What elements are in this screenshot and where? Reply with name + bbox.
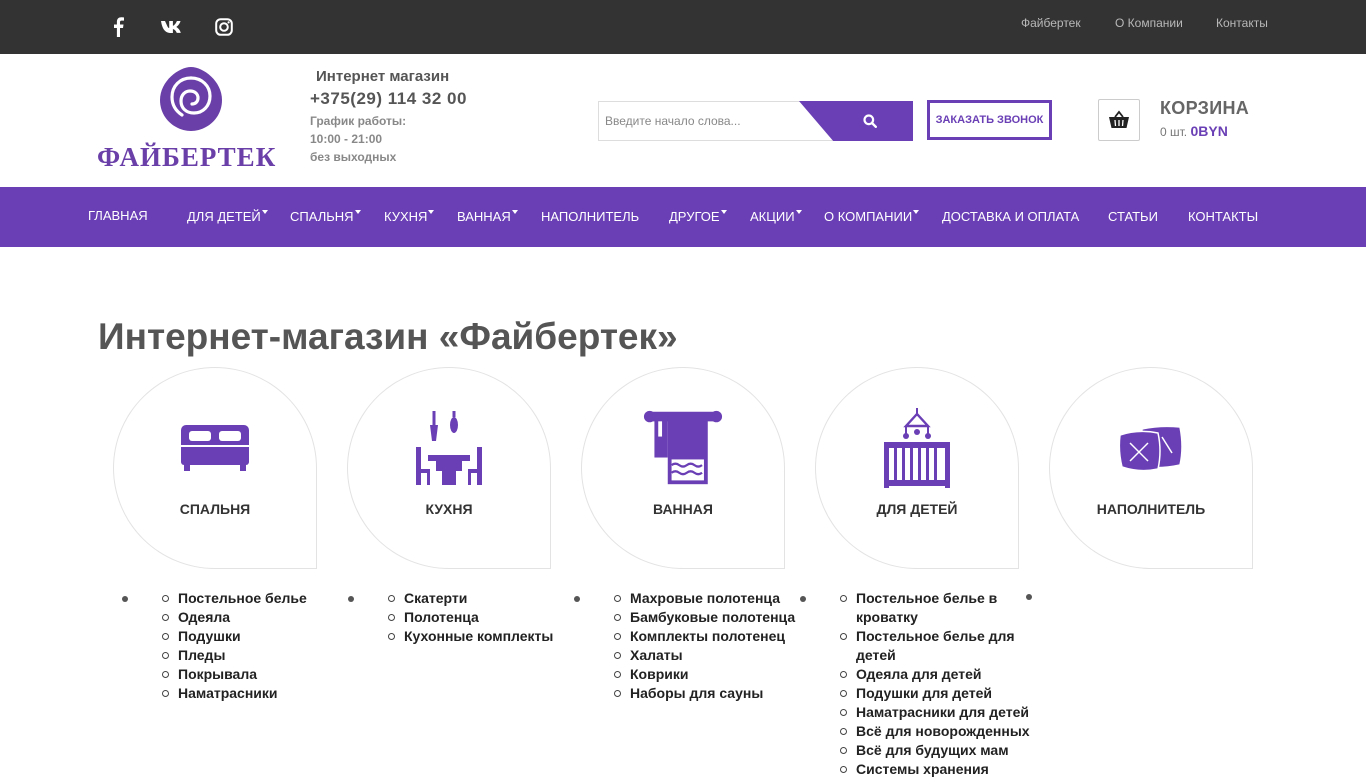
search-icon (863, 114, 877, 128)
nav-promotions[interactable]: АКЦИИ (750, 209, 802, 224)
vk-icon[interactable] (158, 14, 184, 40)
category-card-kids[interactable]: ДЛЯ ДЕТЕЙ (815, 367, 1019, 569)
category-label: НАПОЛНИТЕЛЬ (1096, 501, 1206, 517)
list-item[interactable]: Халаты (614, 646, 805, 665)
basket-icon (1109, 110, 1129, 128)
nav-bedroom[interactable]: СПАЛЬНЯ (290, 209, 361, 224)
cart-button[interactable] (1098, 99, 1140, 141)
nav-home[interactable]: ГЛАВНАЯ (88, 208, 148, 223)
list-bullet (574, 596, 580, 602)
list-item[interactable]: Всё для будущих мам (840, 741, 1034, 760)
subcategory-list-bedroom: Постельное белье Одеяла Подушки Пледы По… (162, 589, 328, 703)
toplink-contacts[interactable]: Контакты (1216, 16, 1268, 30)
nav-kids[interactable]: ДЛЯ ДЕТЕЙ (187, 209, 268, 224)
nav-about[interactable]: О КОМПАНИИ (824, 209, 920, 224)
nav-filler[interactable]: НАПОЛНИТЕЛЬ (541, 209, 639, 224)
category-label: ДЛЯ ДЕТЕЙ (876, 501, 958, 517)
pillows-icon (1111, 408, 1191, 488)
cart-sum: 0BYN (1190, 123, 1228, 139)
page-title: Интернет-магазин «Файбертек» (98, 316, 678, 357)
list-item[interactable]: Пледы (162, 646, 328, 665)
list-item[interactable]: Одеяла (162, 608, 328, 627)
list-item[interactable]: Наматрасники для детей (840, 703, 1034, 722)
logo-text[interactable]: ФАЙБЕРТЕК (97, 142, 276, 173)
toplink-company-name[interactable]: Файбертек (1021, 16, 1081, 30)
nav-bathroom[interactable]: ВАННАЯ (457, 209, 518, 224)
top-bar: Файбертек О Компании Контакты (0, 0, 1366, 54)
logo-icon[interactable] (156, 64, 226, 139)
facebook-icon[interactable] (105, 14, 131, 40)
main-nav: ГЛАВНАЯ ДЛЯ ДЕТЕЙ СПАЛЬНЯ КУХНЯ ВАННАЯ Н… (0, 187, 1366, 247)
shop-title: Интернет магазин (316, 68, 450, 85)
list-item[interactable]: Всё для новорожденных (840, 722, 1034, 741)
category-card-bedroom[interactable]: СПАЛЬНЯ (113, 367, 317, 569)
category-label: СПАЛЬНЯ (179, 501, 251, 517)
header: ФАЙБЕРТЕК Интернет магазин +375(29) 114 … (0, 54, 1366, 187)
callback-button[interactable]: ЗАКАЗАТЬ ЗВОНОК (927, 100, 1052, 140)
towel-icon (643, 408, 723, 488)
list-item[interactable]: Постельное белье в кроватку (840, 589, 1034, 627)
nav-articles[interactable]: СТАТЬИ (1108, 209, 1158, 224)
kitchen-table-icon (409, 408, 489, 488)
list-bullet (122, 596, 128, 602)
hours-label: График работы: (310, 114, 407, 128)
list-item[interactable]: Подушки для детей (840, 684, 1034, 703)
subcategory-list-kitchen: Скатерти Полотенца Кухонные комплекты (388, 589, 564, 646)
list-item[interactable]: Наматрасники (162, 684, 328, 703)
phone-number[interactable]: +375(29) 114 32 00 (310, 89, 467, 109)
nav-contacts[interactable]: КОНТАКТЫ (1188, 209, 1258, 224)
list-item[interactable]: Наборы для сауны (614, 684, 805, 703)
list-item[interactable]: Покрывала (162, 665, 328, 684)
list-item[interactable]: Коврики (614, 665, 805, 684)
list-item[interactable]: Полотенца (388, 608, 564, 627)
toplink-about[interactable]: О Компании (1115, 16, 1183, 30)
list-item[interactable]: Махровые полотенца (614, 589, 805, 608)
subcategory-list-bathroom: Махровые полотенца Бамбуковые полотенца … (614, 589, 805, 703)
nav-kitchen[interactable]: КУХНЯ (384, 209, 435, 224)
list-item[interactable]: Одеяла для детей (840, 665, 1034, 684)
search-box (598, 101, 913, 141)
cart-summary: 0 шт. 0BYN (1160, 123, 1228, 139)
list-item[interactable]: Кухонные комплекты (388, 627, 564, 646)
list-item[interactable]: Постельное белье для детей (840, 627, 1034, 665)
list-bullet (348, 596, 354, 602)
category-card-bathroom[interactable]: ВАННАЯ (581, 367, 785, 569)
nav-delivery[interactable]: ДОСТАВКА И ОПЛАТА (942, 209, 1079, 224)
category-card-filler[interactable]: НАПОЛНИТЕЛЬ (1049, 367, 1253, 569)
category-label: КУХНЯ (425, 501, 473, 517)
list-item[interactable]: Комплекты полотенец (614, 627, 805, 646)
hours-time: 10:00 - 21:00 (310, 132, 383, 146)
list-item[interactable]: Бамбуковые полотенца (614, 608, 805, 627)
subcategory-list-kids: Постельное белье в кроватку Постельное б… (840, 589, 1034, 779)
cart-title[interactable]: КОРЗИНА (1160, 98, 1249, 119)
nav-other[interactable]: ДРУГОЕ (669, 209, 727, 224)
hours-note: без выходных (310, 150, 397, 164)
list-item[interactable]: Постельное белье (162, 589, 328, 608)
list-item[interactable]: Системы хранения (840, 760, 1034, 779)
search-input[interactable] (599, 102, 829, 140)
list-item[interactable]: Скатерти (388, 589, 564, 608)
list-item[interactable]: Подушки (162, 627, 328, 646)
bed-icon (175, 408, 255, 488)
category-card-kitchen[interactable]: КУХНЯ (347, 367, 551, 569)
category-label: ВАННАЯ (653, 501, 713, 517)
cart-count: 0 шт. (1160, 125, 1188, 139)
crib-icon (877, 408, 957, 488)
instagram-icon[interactable] (211, 14, 237, 40)
